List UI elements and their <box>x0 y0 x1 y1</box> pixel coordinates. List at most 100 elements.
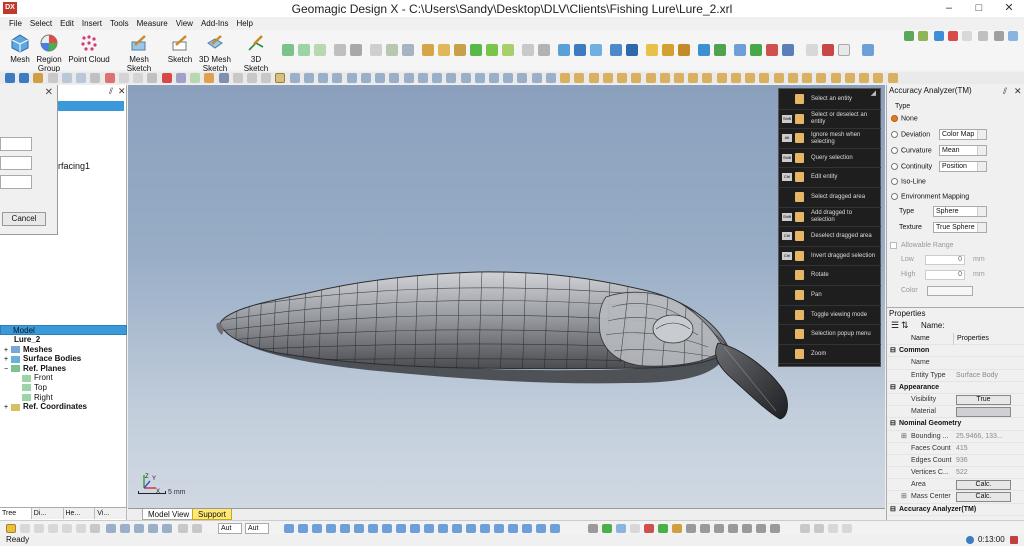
tree-item-top[interactable]: Top <box>0 383 127 393</box>
options-settings-icon[interactable] <box>934 31 944 41</box>
grid-icon[interactable] <box>814 524 824 533</box>
panel-toggle-icon[interactable] <box>1008 31 1018 41</box>
curvature-select[interactable]: Mean <box>939 145 987 156</box>
pin-icon[interactable] <box>161 73 172 83</box>
left-view-icon[interactable] <box>360 73 371 83</box>
pan-view-icon[interactable] <box>474 73 485 83</box>
extrude-icon[interactable] <box>422 44 434 56</box>
scale-icon[interactable] <box>662 44 674 56</box>
window-arrange-icon[interactable] <box>994 31 1004 41</box>
menu-view[interactable]: View <box>172 17 197 30</box>
options-icon[interactable] <box>838 44 850 56</box>
fillet-icon[interactable] <box>370 44 382 56</box>
select-filter-icon[interactable] <box>33 73 44 83</box>
wireframe-icon[interactable] <box>289 73 300 83</box>
chamfer-icon[interactable] <box>386 44 398 56</box>
pattern-icon[interactable] <box>626 44 638 56</box>
deviation-icon[interactable] <box>766 44 778 56</box>
body-filter-icon[interactable] <box>147 73 158 83</box>
radio-iso-line[interactable]: Iso-Line <box>891 178 926 185</box>
menu-help[interactable]: Help <box>233 17 257 30</box>
dialog-field-3[interactable] <box>0 175 32 189</box>
split-icon[interactable] <box>350 44 362 56</box>
collapse-icon[interactable]: − <box>4 365 11 375</box>
edge-filter-icon[interactable] <box>133 73 144 83</box>
close-window-button[interactable]: ✕ <box>994 0 1024 17</box>
undo-icon[interactable] <box>5 73 15 83</box>
shaded-icon[interactable] <box>275 73 286 83</box>
view-left-icon[interactable] <box>326 524 336 533</box>
view-rotate-icon[interactable] <box>424 524 434 533</box>
view-zoom-icon[interactable] <box>438 524 448 533</box>
tree-item-ref-planes[interactable]: − Ref. Planes <box>0 364 127 374</box>
sweep-icon[interactable] <box>454 44 466 56</box>
surface-extrude-icon[interactable] <box>486 44 498 56</box>
display-icon-23[interactable] <box>873 73 884 83</box>
mesh-tool[interactable]: Mesh <box>8 33 32 64</box>
vertex-filter-icon[interactable] <box>118 73 129 83</box>
allowable-range-checkbox[interactable] <box>890 242 897 249</box>
display-icon-3[interactable] <box>588 73 599 83</box>
color-picker[interactable] <box>927 286 973 296</box>
display-icon-21[interactable] <box>844 73 855 83</box>
expand-icon[interactable]: + <box>4 403 11 413</box>
display-icon-10[interactable] <box>688 73 699 83</box>
hidden-line-icon[interactable] <box>318 73 329 83</box>
help-icon[interactable] <box>962 31 972 41</box>
mesh-filter-icon[interactable] <box>204 73 215 83</box>
misc-display-icon-3[interactable] <box>742 524 752 533</box>
boolean-icon[interactable] <box>558 44 570 56</box>
tree-item-lure[interactable]: Lure_2 <box>0 335 127 345</box>
tab-view[interactable]: Vi... <box>95 508 127 519</box>
surface-filter-icon[interactable] <box>261 73 272 83</box>
tree-item-ref-coordinates[interactable]: + Ref. Coordinates <box>0 402 127 412</box>
display-icon-9[interactable] <box>674 73 685 83</box>
menu-insert[interactable]: Insert <box>78 17 106 30</box>
view-flip-icon[interactable] <box>410 524 420 533</box>
record-icon[interactable] <box>948 31 958 41</box>
curve-display-icon[interactable] <box>672 524 682 533</box>
low-input[interactable]: 0 <box>925 255 965 265</box>
ref-filter-icon[interactable] <box>190 73 201 83</box>
background-icon[interactable] <box>545 73 556 83</box>
region-filter-icon[interactable] <box>218 73 229 83</box>
view-camera-icon[interactable] <box>536 524 546 533</box>
menu-select[interactable]: Select <box>26 17 56 30</box>
menu-measure[interactable]: Measure <box>133 17 172 30</box>
snap-select-2[interactable]: Aut <box>245 523 269 534</box>
display-icon-17[interactable] <box>787 73 798 83</box>
snapshot-icon[interactable] <box>904 31 914 41</box>
point-filter-icon[interactable] <box>246 73 257 83</box>
display-icon-15[interactable] <box>759 73 770 83</box>
display-icon-20[interactable] <box>830 73 841 83</box>
select-invert-icon[interactable] <box>148 524 158 533</box>
area-calc-button[interactable]: Calc. <box>956 480 1011 491</box>
surface-revolve-icon[interactable] <box>502 44 514 56</box>
view-front-icon[interactable] <box>298 524 308 533</box>
view-back-icon[interactable] <box>312 524 322 533</box>
select-through-icon[interactable] <box>106 524 116 533</box>
maximize-button[interactable]: □ <box>964 0 994 17</box>
radio-deviation[interactable]: Deviation <box>891 131 930 138</box>
view-bg-icon[interactable] <box>522 524 532 533</box>
sketch-tool[interactable]: Sketch <box>166 33 194 64</box>
section-view-icon[interactable] <box>503 73 514 83</box>
display-icon-2[interactable] <box>574 73 585 83</box>
warning-icon[interactable] <box>806 44 818 56</box>
front-view-icon[interactable] <box>332 73 343 83</box>
deviation-select[interactable]: Color Map <box>939 129 987 140</box>
box-select-icon[interactable] <box>61 73 72 83</box>
section-common[interactable]: ⊟ Common <box>887 345 1024 358</box>
feature-display-icon[interactable] <box>686 524 696 533</box>
select-mode-icon[interactable] <box>47 73 58 83</box>
view-fit-icon[interactable] <box>284 524 294 533</box>
shell-icon[interactable] <box>402 44 414 56</box>
mesh-fit-icon[interactable] <box>714 44 726 56</box>
view-normal-icon[interactable] <box>396 524 406 533</box>
select-visible-icon[interactable] <box>120 524 130 533</box>
dialog-field-1[interactable] <box>0 137 32 151</box>
collapse-icon[interactable]: ⊟ <box>890 345 896 357</box>
lasso-select-icon[interactable] <box>76 73 87 83</box>
select-rect-icon[interactable] <box>6 524 16 533</box>
section-appearance[interactable]: ⊟ Appearance <box>887 382 1024 394</box>
